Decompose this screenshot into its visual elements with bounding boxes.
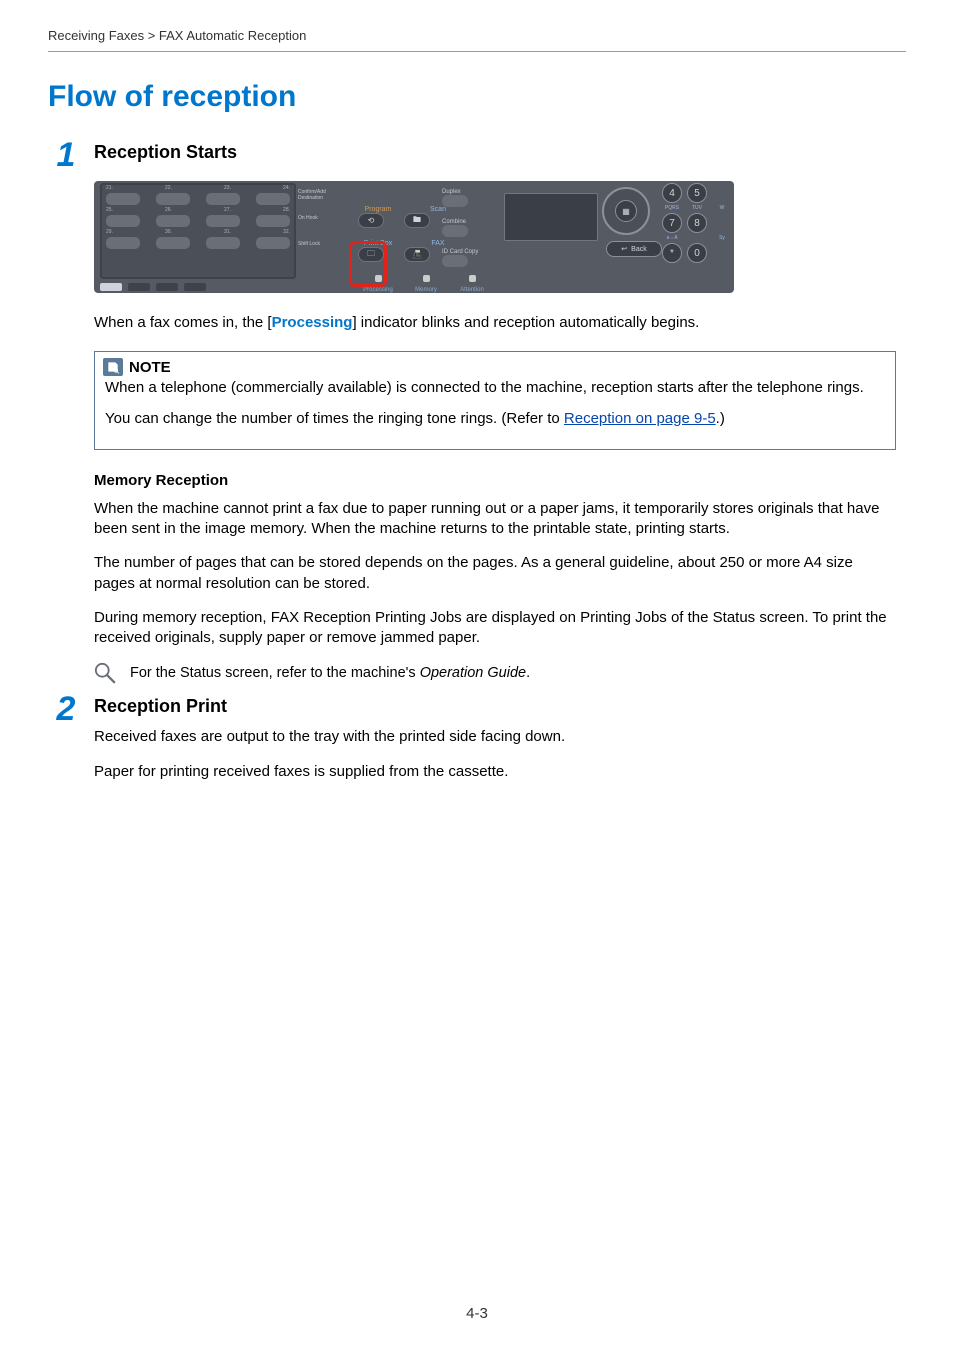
step-2: 2 Reception Print Received faxes are out… [48, 696, 906, 796]
page-title: Flow of reception [48, 80, 906, 114]
page-number: 4-3 [0, 1305, 954, 1322]
key-sym-sub: Sy [712, 235, 732, 241]
function-labels: Duplex Combine ID Card Copy [442, 183, 502, 273]
attention-indicator [469, 275, 476, 282]
note-icon [103, 358, 123, 376]
back-button: ↩ Back [606, 241, 662, 257]
step-1-number: 1 [48, 138, 94, 172]
program-button: ⟲ [358, 213, 384, 228]
key-label: 29. [106, 229, 113, 235]
key-label: 24. [283, 185, 290, 191]
control-panel-figure: 21. 22. 23. 24. 25. 26. 27. 28. 29. 30. 31. 32. C… [94, 181, 896, 293]
combine-label: Combine [442, 219, 466, 225]
bottom-locks [100, 283, 206, 291]
key-5-sub: TUV [687, 205, 707, 211]
attention-indicator-label: Attention [452, 287, 492, 293]
step2-p2: Paper for printing received faxes is sup… [94, 762, 906, 782]
duplex-label: Duplex [442, 189, 461, 195]
key-label: 31. [224, 229, 231, 235]
confirm-label: Confirm/Add Destination [298, 187, 332, 213]
note-p2-pre: You can change the number of times the r… [105, 410, 564, 427]
ref-post: . [526, 665, 530, 681]
note-p2: You can change the number of times the r… [105, 409, 885, 429]
ref-italic: Operation Guide [420, 665, 526, 681]
reference-text: For the Status screen, refer to the mach… [130, 662, 530, 684]
step2-p1: Received faxes are output to the tray wi… [94, 727, 906, 747]
key-blank-sub [687, 235, 707, 241]
memory-indicator-label: Memory [406, 287, 446, 293]
memory-p1: When the machine cannot print a fax due … [94, 499, 896, 540]
key-label: 28. [283, 207, 290, 213]
step-2-title: Reception Print [94, 696, 906, 717]
nav-wheel: ▦ [602, 187, 652, 237]
step-1: 1 Reception Starts [48, 142, 906, 173]
intro-post: ] indicator blinks and reception automat… [352, 314, 699, 331]
note-p1: When a telephone (commercially available… [105, 378, 885, 398]
step-1-title: Reception Starts [94, 142, 906, 163]
intro-pre: When a fax comes in, the [ [94, 314, 272, 331]
ref-pre: For the Status screen, refer to the mach… [130, 665, 420, 681]
onhook-label: On Hook [298, 213, 332, 239]
breadcrumb: Receiving Faxes > FAX Automatic Receptio… [48, 28, 906, 52]
processing-keyword: Processing [272, 314, 353, 331]
key-6-sub: W [712, 205, 732, 211]
key-label: 32. [283, 229, 290, 235]
reception-link[interactable]: Reception on page 9-5 [564, 410, 716, 427]
shiftlock-label: Shift Lock [298, 239, 332, 255]
key-label: 26. [165, 207, 172, 213]
memory-p3: During memory reception, FAX Reception P… [94, 608, 896, 649]
key-star: * [662, 243, 682, 263]
side-labels: Confirm/Add Destination On Hook Shift Lo… [298, 187, 332, 255]
one-touch-keys: 21. 22. 23. 24. 25. 26. 27. 28. 29. 30. 31. 32. [100, 183, 296, 279]
magnifier-icon [94, 662, 116, 684]
key-4: 4 [662, 183, 682, 203]
fax-button: 📠 [404, 247, 430, 262]
key-0: 0 [687, 243, 707, 263]
key-5: 5 [687, 183, 707, 203]
back-label: Back [631, 246, 647, 253]
key-4-sub: PQRS [662, 205, 682, 211]
program-label: Program [358, 206, 398, 213]
memory-reception-heading: Memory Reception [94, 472, 896, 489]
key-label: 27. [224, 207, 231, 213]
note-box: NOTE When a telephone (commercially avai… [94, 351, 896, 450]
intro-text: When a fax comes in, the [Processing] in… [94, 313, 896, 333]
key-label: 30. [165, 229, 172, 235]
key-8: 8 [687, 213, 707, 233]
lcd-screen [504, 193, 598, 241]
note-p2-post: .) [716, 410, 725, 427]
scan-button: 🖿 [404, 213, 430, 228]
memory-indicator [423, 275, 430, 282]
key-case-sub: a⇔A [662, 235, 682, 241]
key-label: 23. [224, 185, 231, 191]
key-label: 21. [106, 185, 113, 191]
idcard-label: ID Card Copy [442, 249, 478, 255]
back-icon: ↩ [621, 245, 627, 253]
key-label: 22. [165, 185, 172, 191]
note-label: NOTE [129, 359, 171, 376]
key-label: 25. [106, 207, 113, 213]
step-2-number: 2 [48, 692, 94, 726]
processing-highlight [349, 241, 387, 287]
reference-row: For the Status screen, refer to the mach… [94, 662, 896, 684]
processing-indicator-label: Processing [358, 287, 398, 293]
key-7: 7 [662, 213, 682, 233]
numeric-keypad: 45 PQRS TUV W 78 a⇔A Sy *0 [662, 183, 732, 263]
memory-p2: The number of pages that can be stored d… [94, 553, 896, 594]
